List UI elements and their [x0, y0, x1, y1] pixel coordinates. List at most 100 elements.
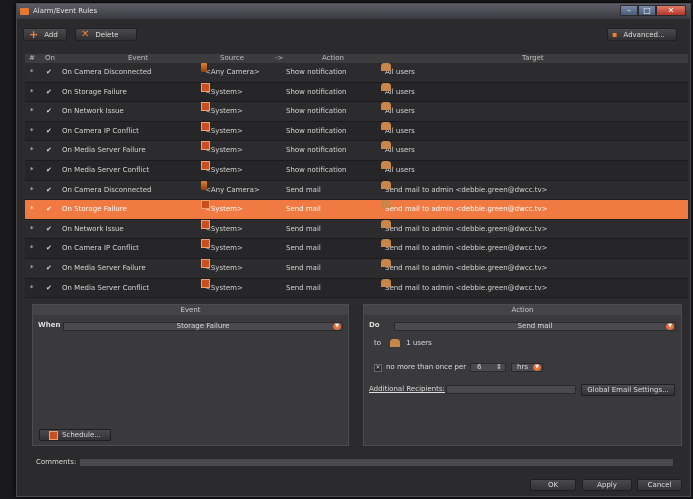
rule-source-text: <System> — [205, 263, 243, 272]
rule-target[interactable]: Send mail to admin <debbie.green@dwcc.tv… — [381, 239, 548, 258]
rule-source-text: <System> — [205, 244, 243, 253]
col-event[interactable]: Event — [128, 54, 148, 62]
rule-source[interactable]: <System> — [201, 102, 243, 121]
enabled-checkbox[interactable]: ✔ — [46, 279, 52, 298]
rule-target-text: Send mail to admin <debbie.green@dwcc.tv… — [385, 244, 548, 253]
add-button[interactable]: + Add — [23, 28, 67, 41]
rule-target[interactable]: All users — [381, 141, 415, 160]
to-label: to — [374, 339, 382, 347]
apply-button[interactable]: Apply — [582, 479, 632, 491]
comments-label: Comments: — [36, 458, 77, 466]
toolbar: + Add ✕ Delete ▪ Advanced... — [17, 19, 690, 45]
table-row[interactable]: * ✔ On Media Server Conflict <System> Send m… — [25, 278, 688, 299]
title-bar[interactable]: Alarm/Event Rules – □ ✕ — [17, 4, 690, 19]
delete-button[interactable]: ✕ Delete — [75, 28, 137, 41]
rule-action: Show notification — [286, 146, 347, 155]
camera-icon — [201, 180, 207, 190]
enabled-checkbox[interactable]: ✔ — [46, 220, 52, 239]
table-row[interactable]: * ✔ On Media Server Failure <System> Show no… — [25, 141, 688, 161]
table-row[interactable]: * ✔ On Network Issue <System> Send mail Send … — [25, 219, 688, 240]
rule-event: On Camera IP Conflict — [62, 126, 139, 135]
enabled-checkbox[interactable]: ✔ — [46, 83, 52, 102]
row-marker: * — [30, 165, 34, 174]
rule-action: Show notification — [286, 165, 347, 174]
table-row[interactable]: * ✔ On Network Issue <System> Show notificat… — [25, 102, 688, 122]
enabled-checkbox[interactable]: ✔ — [46, 161, 52, 180]
advanced-button[interactable]: ▪ Advanced... — [607, 28, 677, 41]
rule-source[interactable]: <System> — [201, 239, 243, 258]
throttle-checkbox[interactable]: ✕ — [374, 364, 382, 372]
users-icon — [381, 278, 391, 287]
throttle-unit-dropdown[interactable]: hrs ▼ — [511, 363, 543, 372]
when-label: When — [38, 321, 61, 329]
col-arrow[interactable]: -> — [275, 54, 283, 62]
rule-source[interactable]: <System> — [201, 219, 243, 239]
comments-input[interactable] — [79, 458, 674, 467]
rule-target[interactable]: All users — [381, 63, 415, 82]
rule-target[interactable]: All users — [381, 82, 415, 102]
rule-source[interactable]: <System> — [201, 278, 243, 298]
rule-source[interactable]: <System> — [201, 141, 243, 160]
col-num[interactable]: # — [29, 54, 35, 62]
rule-target[interactable]: Send mail to admin <debbie.green@dwcc.tv… — [381, 219, 548, 239]
enabled-checkbox[interactable]: ✔ — [46, 259, 52, 278]
close-icon[interactable]: ✕ — [656, 5, 686, 16]
minimize-icon[interactable]: – — [620, 5, 638, 16]
enabled-checkbox[interactable]: ✔ — [46, 141, 52, 160]
col-action[interactable]: Action — [322, 54, 344, 62]
table-row[interactable]: * ✔ On Camera Disconnected <Any Camera> Send… — [25, 180, 688, 201]
to-users-picker[interactable]: 1 users — [390, 339, 432, 347]
rule-action: Send mail — [286, 224, 321, 233]
col-source[interactable]: Source — [220, 54, 244, 62]
rule-source[interactable]: <System> — [201, 121, 243, 141]
maximize-icon[interactable]: □ — [638, 5, 656, 16]
rule-target[interactable]: Send mail to admin <debbie.green@dwcc.tv… — [381, 278, 548, 298]
global-email-settings-button[interactable]: Global Email Settings... — [581, 384, 675, 396]
table-row[interactable]: * ✔ On Camera IP Conflict <System> Show noti… — [25, 121, 688, 142]
schedule-button[interactable]: Schedule... — [39, 429, 111, 441]
spin-arrows-icon[interactable]: ⇕ — [496, 364, 502, 371]
col-target[interactable]: Target — [522, 54, 544, 62]
when-dropdown[interactable]: Storage Failure ▼ — [63, 322, 343, 331]
rule-source[interactable]: <Any Camera> — [201, 180, 260, 200]
rule-source[interactable]: <System> — [201, 258, 243, 278]
enabled-checkbox[interactable]: ✔ — [46, 200, 52, 219]
table-row[interactable]: * ✔ On Storage Failure <System> Show notific… — [25, 82, 688, 103]
table-row[interactable]: * ✔ On Media Server Failure <System> Send ma… — [25, 258, 688, 279]
enabled-checkbox[interactable]: ✔ — [46, 63, 52, 82]
rule-source[interactable]: <Any Camera> — [201, 63, 260, 82]
row-marker: * — [30, 107, 34, 116]
rule-event: On Media Server Conflict — [62, 283, 150, 292]
additional-recipients-input[interactable] — [446, 385, 576, 394]
table-row[interactable]: * ✔ On Media Server Conflict <System> Show n… — [25, 160, 688, 181]
rule-source-text: <Any Camera> — [205, 68, 260, 76]
rule-target[interactable]: All users — [381, 102, 415, 121]
rule-source-text: <System> — [205, 224, 243, 233]
enabled-checkbox[interactable]: ✔ — [46, 122, 52, 141]
do-dropdown[interactable]: Send mail ▼ — [394, 322, 676, 331]
rule-target[interactable]: Send mail to admin <debbie.green@dwcc.tv… — [381, 200, 548, 219]
users-icon — [381, 160, 391, 169]
table-row[interactable]: * ✔ On Camera IP Conflict <System> Send mail… — [25, 239, 688, 259]
rule-target[interactable]: All users — [381, 160, 415, 180]
row-marker: * — [30, 126, 34, 135]
users-icon — [381, 200, 391, 209]
rule-source[interactable]: <System> — [201, 200, 243, 219]
ok-button[interactable]: OK — [530, 479, 576, 491]
users-icon — [390, 339, 400, 347]
table-row[interactable]: * ✔ On Storage Failure <System> Send mail Sen… — [25, 200, 688, 220]
col-on[interactable]: On — [45, 54, 55, 62]
rule-source[interactable]: <System> — [201, 82, 243, 102]
rule-target[interactable]: Send mail to admin <debbie.green@dwcc.tv… — [381, 180, 548, 200]
rule-target[interactable]: All users — [381, 121, 415, 141]
throttle-spinbox[interactable]: 6 ⇕ — [470, 363, 506, 372]
enabled-checkbox[interactable]: ✔ — [46, 239, 52, 258]
rule-target[interactable]: Send mail to admin <debbie.green@dwcc.tv… — [381, 258, 548, 278]
table-row[interactable]: * ✔ On Camera Disconnected <Any Camera> Show… — [25, 63, 688, 83]
rule-action: Send mail — [286, 185, 321, 194]
server-icon — [201, 258, 210, 268]
enabled-checkbox[interactable]: ✔ — [46, 181, 52, 200]
cancel-button[interactable]: Cancel — [637, 479, 682, 491]
rule-source[interactable]: <System> — [201, 160, 243, 180]
enabled-checkbox[interactable]: ✔ — [46, 102, 52, 121]
